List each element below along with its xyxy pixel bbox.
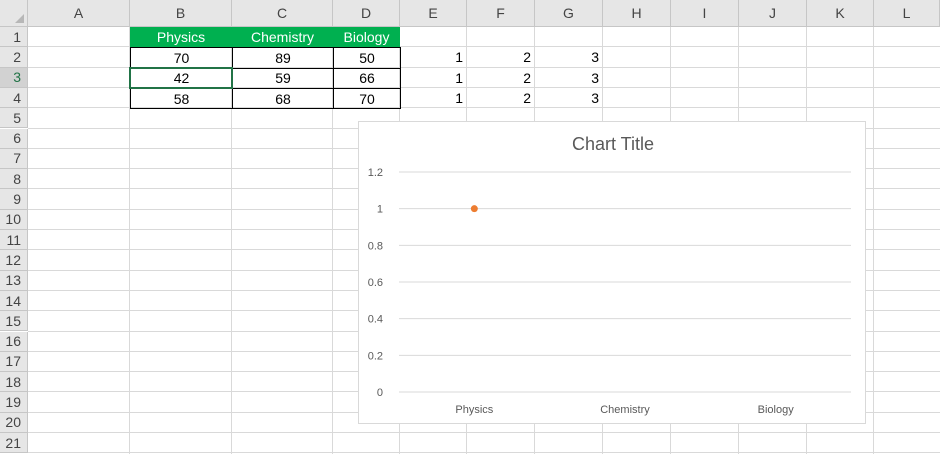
x-tick-label: Biology xyxy=(758,404,795,416)
column-header-g[interactable]: G xyxy=(535,0,603,27)
row-header-5[interactable]: 5 xyxy=(0,108,28,129)
gridline-vertical xyxy=(873,27,874,454)
row-header-12[interactable]: 12 xyxy=(0,250,28,271)
table-cell[interactable]: 70 xyxy=(130,47,233,69)
y-tick-label: 0.2 xyxy=(368,350,383,362)
row-header-19[interactable]: 19 xyxy=(0,392,28,413)
number-cell[interactable]: 1 xyxy=(400,47,467,67)
column-header-c[interactable]: C xyxy=(232,0,333,27)
table-header-biology[interactable]: Biology xyxy=(333,27,400,48)
column-header-e[interactable]: E xyxy=(400,0,467,27)
table-header-physics[interactable]: Physics xyxy=(130,27,232,48)
number-cell[interactable]: 2 xyxy=(467,47,535,67)
number-cell[interactable]: 3 xyxy=(535,68,603,88)
select-all-corner[interactable] xyxy=(0,0,28,27)
number-cell[interactable]: 2 xyxy=(467,88,535,108)
column-header-l[interactable]: L xyxy=(874,0,940,27)
row-header-11[interactable]: 11 xyxy=(0,230,28,251)
column-header-f[interactable]: F xyxy=(467,0,535,27)
number-cell[interactable]: 1 xyxy=(400,88,467,108)
select-all-triangle-icon xyxy=(15,14,24,23)
column-header-h[interactable]: H xyxy=(603,0,671,27)
spreadsheet[interactable]: A B C D E F G H I J K L 1 2 3 4 5 6 7 8 9 10 11 12 13 14 15 16 17 18 1… xyxy=(0,0,940,454)
table-cell[interactable]: 68 xyxy=(232,87,334,110)
y-tick-label: 1.2 xyxy=(368,167,383,179)
row-header-21[interactable]: 21 xyxy=(0,433,28,454)
x-tick-label: Chemistry xyxy=(600,404,650,416)
table-cell[interactable]: 50 xyxy=(333,47,401,69)
row-header-6[interactable]: 6 xyxy=(0,128,28,149)
chart-title: Chart Title xyxy=(572,134,654,154)
row-header-18[interactable]: 18 xyxy=(0,372,28,393)
chart-svg: Chart Title 0 0.2 0.4 0.6 0.8 1 1.2 Physics Chemi… xyxy=(368,134,851,416)
column-header-k[interactable]: K xyxy=(807,0,874,27)
row-header-16[interactable]: 16 xyxy=(0,331,28,352)
y-tick-label: 0 xyxy=(377,387,383,399)
number-cell[interactable]: 3 xyxy=(535,88,603,108)
y-tick-label: 1 xyxy=(377,204,383,216)
y-tick-label: 0.6 xyxy=(368,277,383,289)
table-header-chemistry[interactable]: Chemistry xyxy=(232,27,333,48)
row-header-15[interactable]: 15 xyxy=(0,311,28,332)
number-cell[interactable]: 2 xyxy=(467,68,535,88)
row-header-10[interactable]: 10 xyxy=(0,209,28,230)
number-cell[interactable]: 1 xyxy=(400,68,467,88)
column-header-d[interactable]: D xyxy=(333,0,400,27)
row-header-3[interactable]: 3 xyxy=(0,67,28,88)
row-header-1[interactable]: 1 xyxy=(0,27,28,48)
gridline-horizontal xyxy=(28,452,940,454)
row-header-2[interactable]: 2 xyxy=(0,47,28,68)
row-header-9[interactable]: 9 xyxy=(0,189,28,210)
table-cell[interactable]: 89 xyxy=(232,47,334,69)
row-header-14[interactable]: 14 xyxy=(0,290,28,312)
row-header-17[interactable]: 17 xyxy=(0,351,28,373)
table-cell[interactable]: 58 xyxy=(130,87,233,110)
number-cell[interactable]: 3 xyxy=(535,47,603,67)
column-header-b[interactable]: B xyxy=(130,0,232,27)
x-tick-label: Physics xyxy=(455,404,493,416)
row-header-7[interactable]: 7 xyxy=(0,148,28,170)
table-cell[interactable]: 59 xyxy=(232,67,334,89)
row-header-8[interactable]: 8 xyxy=(0,169,28,190)
data-point xyxy=(470,205,478,213)
chart[interactable]: Chart Title 0 0.2 0.4 0.6 0.8 1 1.2 Physics Chemi… xyxy=(358,121,866,424)
row-header-13[interactable]: 13 xyxy=(0,270,28,291)
gridline-horizontal xyxy=(28,432,940,433)
table-cell[interactable]: 70 xyxy=(333,87,401,110)
column-header-i[interactable]: I xyxy=(671,0,739,27)
table-cell[interactable]: 66 xyxy=(333,67,401,89)
y-tick-label: 0.4 xyxy=(368,314,383,326)
row-header-20[interactable]: 20 xyxy=(0,412,28,433)
column-header-j[interactable]: J xyxy=(739,0,807,27)
active-cell-selection xyxy=(129,66,233,89)
row-header-4[interactable]: 4 xyxy=(0,87,28,109)
column-header-a[interactable]: A xyxy=(28,0,130,27)
y-tick-label: 0.8 xyxy=(368,240,383,252)
